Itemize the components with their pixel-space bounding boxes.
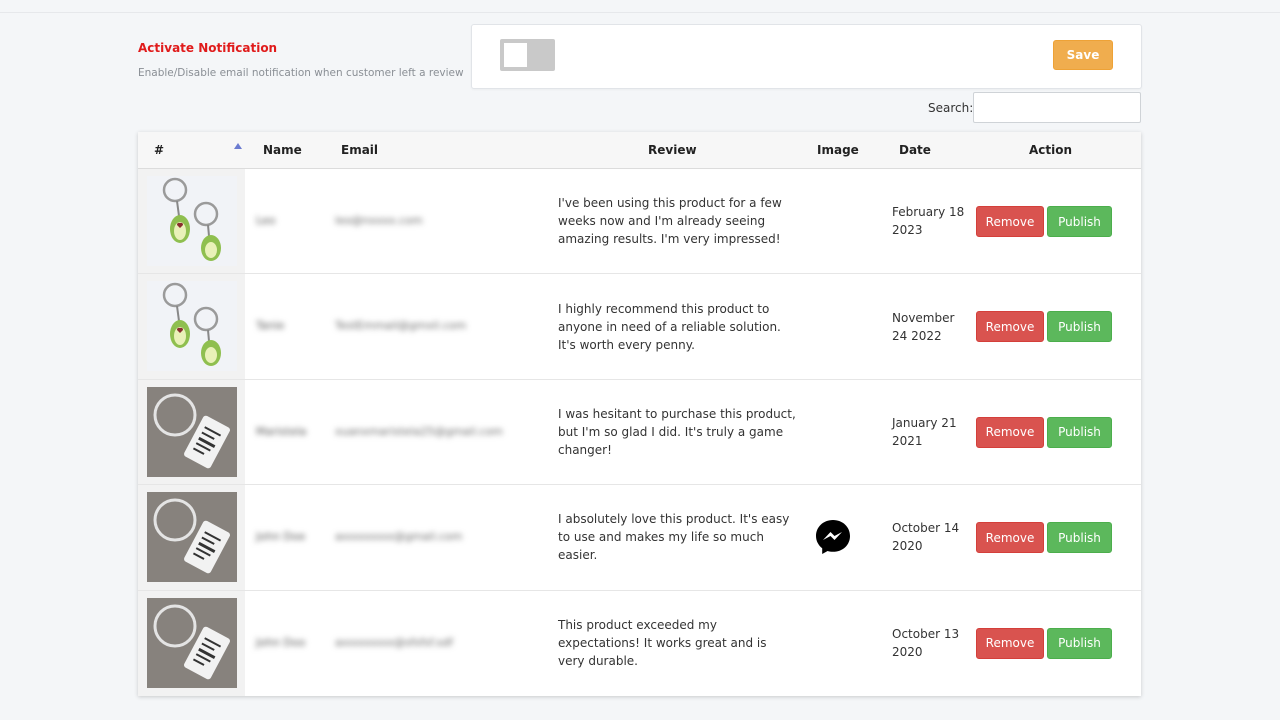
remove-button[interactable]: Remove (976, 416, 1044, 448)
remove-button[interactable]: Remove (976, 206, 1044, 237)
customer-name: Tanie (256, 319, 285, 333)
messenger-icon[interactable] (814, 518, 852, 556)
customer-name: John Doo (256, 635, 306, 649)
notification-toggle[interactable] (500, 39, 555, 71)
review-date: October 13 2020 (892, 627, 960, 660)
avocado-keychain-thumbnail (147, 281, 237, 372)
review-text: I absolutely love this product. It's eas… (558, 512, 790, 563)
column-header-email[interactable]: Email (341, 143, 378, 157)
column-header-action[interactable]: Action (1029, 143, 1072, 157)
settings-title: Activate Notification (138, 41, 278, 55)
remove-button[interactable]: Remove (976, 627, 1044, 659)
customer-email: axxxxxxxx@sfsfsf.sdf (335, 635, 453, 649)
remove-button[interactable]: Remove (976, 522, 1044, 554)
customer-email: axxxxxxxx@gmail.com (335, 530, 463, 544)
thumbnail-cell (138, 274, 245, 379)
column-header-review[interactable]: Review (648, 143, 697, 157)
thumbnail-cell (138, 379, 245, 485)
review-text: This product exceeded my expectations! I… (558, 618, 767, 669)
review-text: I was hesitant to purchase this product,… (558, 406, 796, 457)
review-date: October 14 2020 (892, 521, 960, 554)
review-text: I've been using this product for a few w… (558, 196, 782, 247)
avocado-keychain-thumbnail (147, 176, 237, 266)
engraved-tag-keychain-thumbnail (147, 386, 237, 477)
table-row: John Doe axxxxxxxx@gmail.com I absolutel… (138, 485, 1141, 591)
engraved-tag-keychain-thumbnail (147, 492, 237, 583)
search-label: Search: (928, 101, 974, 115)
column-header-image[interactable]: Image (817, 143, 859, 157)
table-row: John Doo axxxxxxxx@sfsfsf.sdf This produ… (138, 590, 1141, 696)
customer-email: leo@nxxxx.com (335, 214, 423, 227)
customer-name: Leo (256, 214, 276, 227)
publish-button[interactable]: Publish (1047, 206, 1112, 237)
publish-button[interactable]: Publish (1047, 522, 1112, 554)
settings-description: Enable/Disable email notification when c… (138, 67, 464, 79)
toggle-knob (504, 43, 527, 67)
thumbnail-cell (138, 169, 245, 274)
table-row: Tanie TestEmmail@gmxil.com I highly reco… (138, 274, 1141, 380)
publish-button[interactable]: Publish (1047, 416, 1112, 448)
top-divider (0, 12, 1280, 13)
thumbnail-cell (138, 590, 245, 696)
reviews-table: # Name Email Review Image Date Action Le… (138, 132, 1141, 696)
settings-card: Save (471, 24, 1142, 89)
customer-name: Maristela (256, 424, 307, 438)
table-row: Leo leo@nxxxx.com I've been using this p… (138, 169, 1141, 275)
engraved-tag-keychain-thumbnail (147, 597, 237, 688)
review-text: I highly recommend this product to anyon… (558, 301, 781, 352)
column-header-name[interactable]: Name (263, 143, 302, 157)
table-header: # Name Email Review Image Date Action (138, 132, 1141, 169)
sort-ascending-icon[interactable] (234, 143, 242, 149)
customer-email: TestEmmail@gmxil.com (335, 319, 467, 333)
customer-name: John Doe (256, 530, 306, 544)
remove-button[interactable]: Remove (976, 311, 1044, 343)
review-date: November 24 2022 (892, 310, 955, 343)
publish-button[interactable]: Publish (1047, 627, 1112, 659)
column-header-number[interactable]: # (154, 143, 164, 157)
table-body: Leo leo@nxxxx.com I've been using this p… (138, 169, 1141, 696)
table-row: Maristela xuanxmaristela25@gmail.com I w… (138, 379, 1141, 486)
review-date: February 18 2023 (892, 205, 965, 238)
customer-email: xuanxmaristela25@gmail.com (335, 424, 503, 438)
column-header-date[interactable]: Date (899, 143, 931, 157)
thumbnail-cell (138, 485, 245, 590)
publish-button[interactable]: Publish (1047, 311, 1112, 343)
review-date: January 21 2021 (892, 415, 957, 448)
search-input[interactable] (973, 92, 1141, 123)
save-button[interactable]: Save (1053, 40, 1113, 70)
